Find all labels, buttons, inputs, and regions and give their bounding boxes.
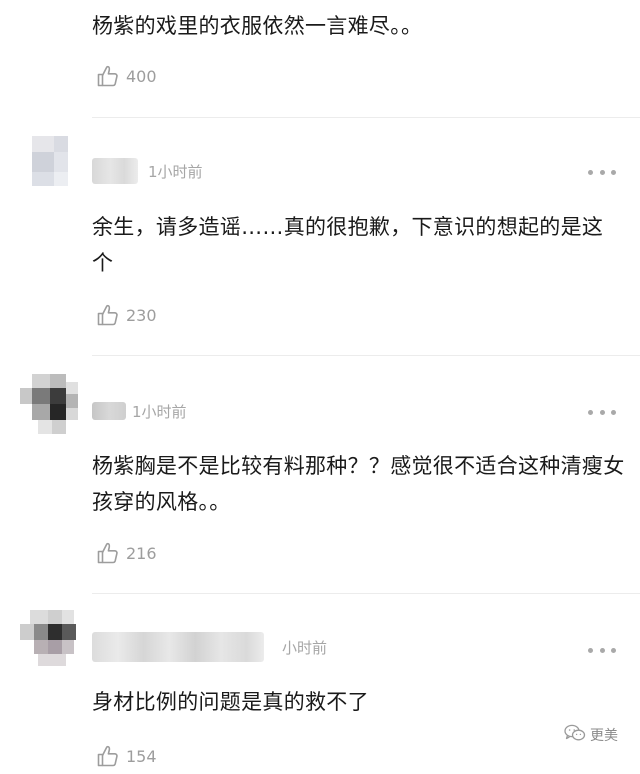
comment-item-1: 杨紫的戏里的衣服依然一言难尽。。 400 xyxy=(0,0,640,118)
more-dot xyxy=(588,169,593,175)
comment-text: 余生，请多造谣……真的很抱歉，下意识的想起的是这个 xyxy=(92,215,604,275)
username-blurred[interactable] xyxy=(92,158,138,184)
like-count: 400 xyxy=(126,66,157,86)
username-row: 1小时前 xyxy=(92,158,203,184)
thumbs-up-icon xyxy=(96,744,120,768)
more-dot xyxy=(599,409,605,415)
more-dot xyxy=(599,647,605,653)
comment-text: 杨紫胸是不是比较有料那种？？感觉很不适合这种清瘦女孩穿的风格。。 xyxy=(92,454,625,514)
comment-text: 身材比例的问题是真的救不了 xyxy=(92,690,369,714)
more-dot xyxy=(611,169,616,175)
like-button[interactable]: 400 xyxy=(96,64,157,88)
username-blurred[interactable] xyxy=(92,402,126,420)
comment-item-2: 1小时前 余生，请多造谣……真的很抱歉，下意识的想起的是这个 230 xyxy=(0,118,640,356)
thumbs-up-icon xyxy=(96,303,120,327)
comment-time: 1小时前 xyxy=(132,402,187,421)
comment-time: 小时前 xyxy=(282,638,328,657)
more-options-button[interactable] xyxy=(588,640,616,660)
more-dot xyxy=(611,647,616,653)
comment-item-4: 小时前 身材比例的问题是真的救不了 154 xyxy=(0,594,640,774)
more-dot xyxy=(588,409,593,415)
like-button[interactable]: 216 xyxy=(96,541,157,565)
more-dot xyxy=(611,409,616,415)
wechat-icon xyxy=(564,724,586,746)
username-row: 1小时前 xyxy=(92,398,187,424)
watermark-text: 更美 xyxy=(590,728,618,744)
comment-text: 杨紫的戏里的衣服依然一言难尽。。 xyxy=(92,14,423,38)
like-count: 230 xyxy=(126,305,157,325)
more-dot xyxy=(599,169,605,175)
avatar[interactable] xyxy=(20,374,78,434)
thumbs-up-icon xyxy=(96,64,120,88)
like-count: 216 xyxy=(126,543,157,563)
comment-item-3: 1小时前 杨紫胸是不是比较有料那种？？感觉很不适合这种清瘦女孩穿的风格。。 21… xyxy=(0,356,640,594)
username-row: 小时前 xyxy=(92,632,328,662)
more-options-button[interactable] xyxy=(588,162,616,182)
username-blurred[interactable] xyxy=(92,632,264,662)
thumbs-up-icon xyxy=(96,541,120,565)
like-button[interactable]: 154 xyxy=(96,744,157,768)
like-button[interactable]: 230 xyxy=(96,303,157,327)
watermark: 更美 xyxy=(564,724,618,746)
more-dot xyxy=(588,647,593,653)
comment-time: 1小时前 xyxy=(148,162,203,181)
avatar[interactable] xyxy=(20,610,76,666)
avatar[interactable] xyxy=(20,136,76,192)
more-options-button[interactable] xyxy=(588,402,616,422)
like-count: 154 xyxy=(126,746,157,766)
